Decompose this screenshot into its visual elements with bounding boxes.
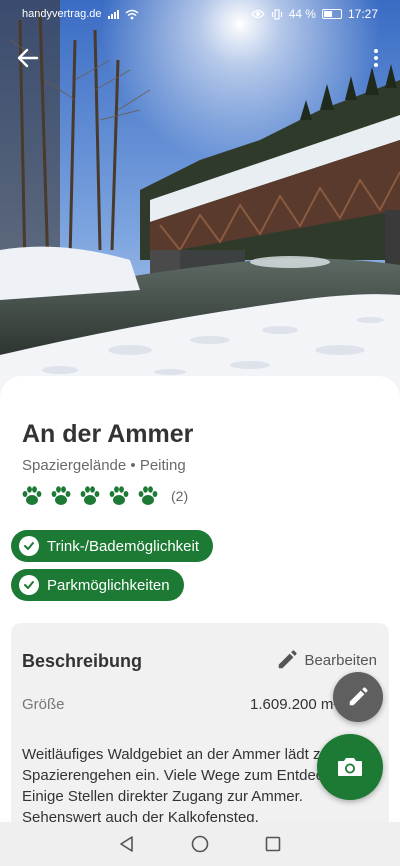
feature-label: Parkmöglichkeiten xyxy=(47,576,170,594)
nav-home-button[interactable] xyxy=(189,833,211,855)
pencil-icon xyxy=(279,650,298,669)
paw-icon xyxy=(51,486,71,505)
hero-photo xyxy=(0,0,400,400)
description-card: Beschreibung Bearbeiten Größe 1.609.200 … xyxy=(11,623,389,826)
place-title: An der Ammer xyxy=(22,420,194,448)
camera-fab[interactable] xyxy=(317,734,383,800)
eye-icon xyxy=(250,9,265,19)
description-heading: Beschreibung xyxy=(22,651,143,671)
paw-icon xyxy=(138,486,158,505)
battery-icon xyxy=(321,9,342,19)
feature-chip-parking: Parkmöglichkeiten xyxy=(11,569,184,601)
pencil-icon xyxy=(349,687,368,706)
vibrate-icon xyxy=(271,8,282,20)
nav-recents-button[interactable] xyxy=(262,833,284,855)
wifi-icon xyxy=(125,9,138,19)
edit-label: Bearbeiten xyxy=(304,651,377,669)
check-icon xyxy=(19,536,39,556)
paw-icon xyxy=(22,486,42,505)
feature-label: Trink-/Bademöglichkeit xyxy=(47,537,199,555)
check-icon xyxy=(19,575,39,595)
overflow-menu-button[interactable] xyxy=(368,46,384,70)
signal-icon xyxy=(107,9,119,19)
size-label: Größe xyxy=(22,696,65,713)
place-subtitle: Spaziergelände • Peiting xyxy=(22,457,186,474)
square-recents-icon xyxy=(266,836,281,852)
rating-count: (2) xyxy=(171,488,189,504)
arrow-left-icon xyxy=(17,48,39,68)
carrier-label: handyvertrag.de xyxy=(22,8,102,20)
clock: 17:27 xyxy=(347,7,378,21)
triangle-back-icon xyxy=(119,836,133,852)
battery-percent: 44 % xyxy=(288,7,316,21)
back-button[interactable] xyxy=(14,44,42,72)
edit-description-button[interactable]: Bearbeiten xyxy=(276,649,377,671)
nav-back-button[interactable] xyxy=(116,833,138,855)
system-nav-bar xyxy=(0,822,400,866)
size-value: 1.609.200 m² xyxy=(250,696,339,713)
paw-icon xyxy=(109,486,129,505)
rating: (2) xyxy=(20,484,188,508)
status-bar: handyvertrag.de 44 % 17:27 xyxy=(0,0,400,28)
paw-icon xyxy=(80,486,100,505)
camera-icon xyxy=(338,758,362,776)
feature-chip-water: Trink-/Bademöglichkeit xyxy=(11,530,213,562)
edit-fab[interactable] xyxy=(333,672,383,722)
circle-home-icon xyxy=(191,835,209,853)
